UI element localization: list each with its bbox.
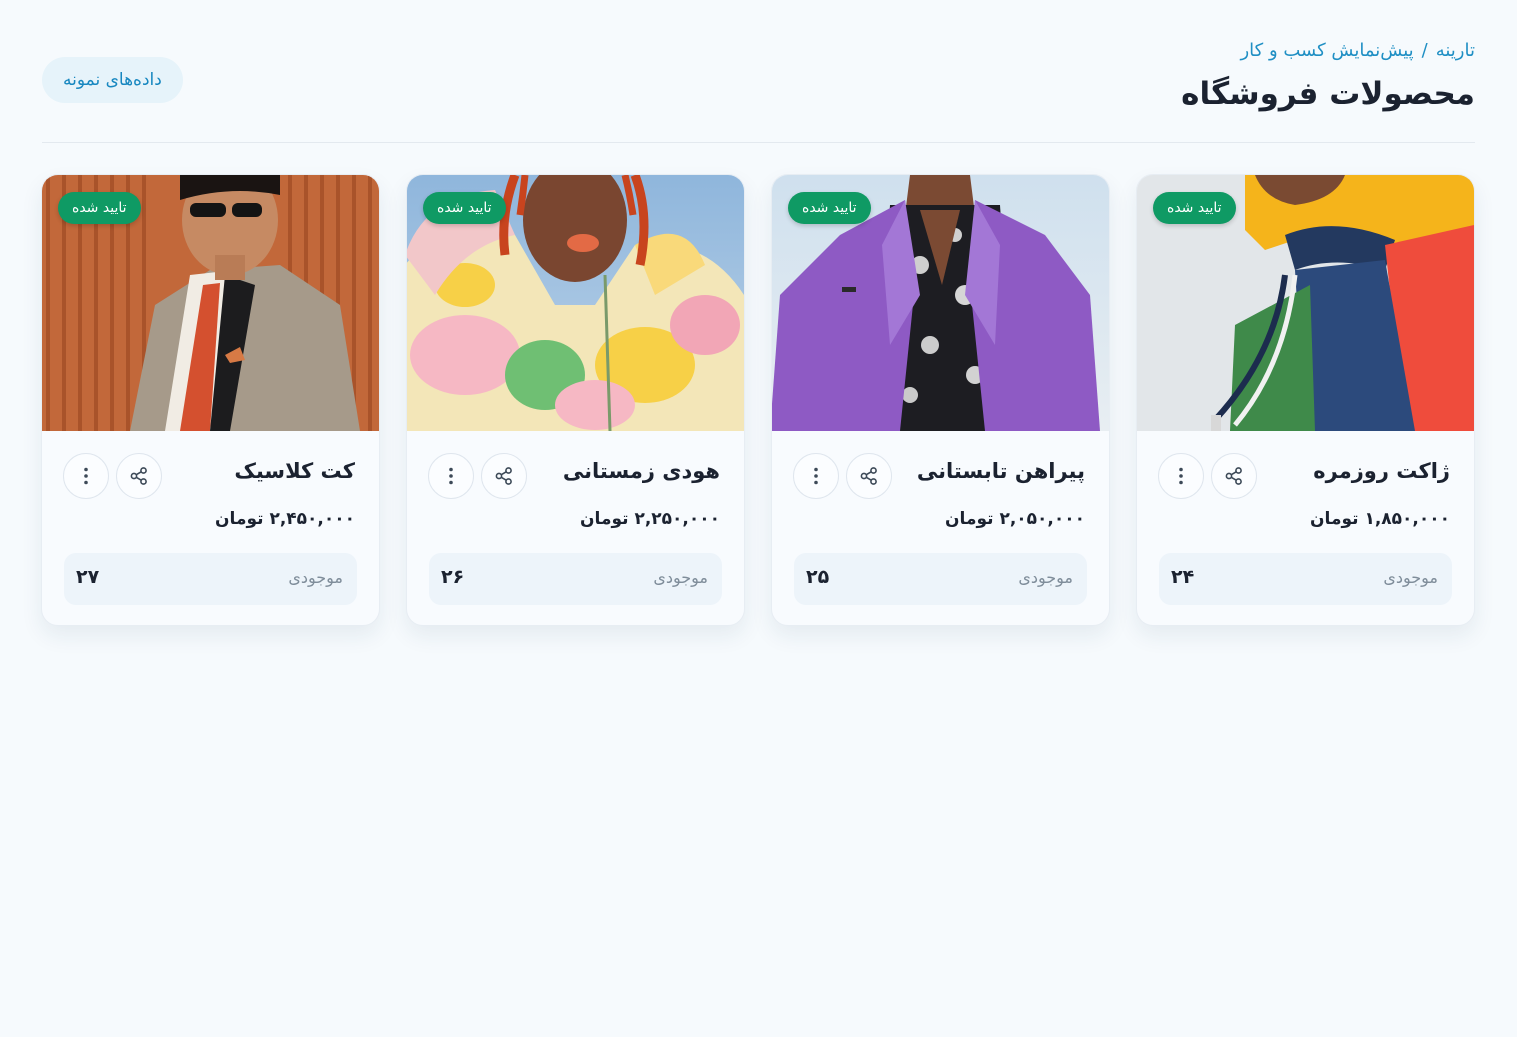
product-card[interactable]: تایید شده کت کلاسیک ۲,۴۵۰,۰۰۰ تومان موجو… (41, 174, 380, 626)
stock-label: موجودی (653, 568, 708, 587)
card-body: کت کلاسیک ۲,۴۵۰,۰۰۰ تومان موجودی ۲۷ (42, 431, 379, 625)
stock-value: ۲۵ (806, 566, 830, 588)
product-card[interactable]: تایید شده ژاکت روزمره ۱,۸۵۰,۰۰۰ تومان مو… (1136, 174, 1475, 626)
status-badge: تایید شده (423, 192, 506, 224)
more-options-button[interactable] (1158, 453, 1204, 499)
share-button[interactable] (846, 453, 892, 499)
product-name: پیراهن تابستانی (916, 459, 1085, 483)
status-badge: تایید شده (788, 192, 871, 224)
share-icon (495, 467, 512, 485)
share-button[interactable] (116, 453, 162, 499)
stock-value: ۲۴ (1171, 566, 1195, 588)
product-image[interactable]: تایید شده (1137, 175, 1474, 431)
stock-row: موجودی ۲۵ (794, 553, 1087, 605)
product-name: کت کلاسیک (234, 459, 355, 483)
card-body: پیراهن تابستانی ۲,۰۵۰,۰۰۰ تومان موجودی ۲… (772, 431, 1109, 625)
product-price: ۲,۲۵۰,۰۰۰ تومان (580, 509, 720, 529)
more-vertical-icon (84, 467, 88, 485)
more-vertical-icon (1179, 467, 1183, 485)
page-header: تارینه / پیش‌نمایش کسب و کار محصولات فرو… (42, 0, 1475, 143)
more-options-button[interactable] (428, 453, 474, 499)
share-icon (860, 467, 877, 485)
product-name: ژاکت روزمره (1313, 459, 1450, 483)
product-card[interactable]: تایید شده هودی زمستانی ۲,۲۵۰,۰۰۰ تومان م… (406, 174, 745, 626)
product-name: هودی زمستانی (562, 459, 720, 483)
card-body: ژاکت روزمره ۱,۸۵۰,۰۰۰ تومان موجودی ۲۴ (1137, 431, 1474, 625)
product-price: ۱,۸۵۰,۰۰۰ تومان (1310, 509, 1450, 529)
sample-data-button[interactable]: داده‌های نمونه (42, 57, 183, 103)
stock-value: ۲۷ (76, 566, 100, 588)
product-image[interactable]: تایید شده (42, 175, 379, 431)
breadcrumb-separator: / (1421, 40, 1428, 61)
product-image[interactable]: تایید شده (407, 175, 744, 431)
stock-label: موجودی (1018, 568, 1073, 587)
product-price: ۲,۴۵۰,۰۰۰ تومان (215, 509, 355, 529)
status-badge: تایید شده (58, 192, 141, 224)
share-icon (1225, 467, 1242, 485)
breadcrumb-current-link[interactable]: پیش‌نمایش کسب و کار (1240, 40, 1413, 61)
product-card[interactable]: تایید شده پیراهن تابستانی ۲,۰۵۰,۰۰۰ توما… (771, 174, 1110, 626)
more-vertical-icon (449, 467, 453, 485)
stock-row: موجودی ۲۷ (64, 553, 357, 605)
page: تارینه / پیش‌نمایش کسب و کار محصولات فرو… (0, 0, 1517, 1037)
share-button[interactable] (481, 453, 527, 499)
breadcrumb: تارینه / پیش‌نمایش کسب و کار (1240, 40, 1475, 61)
stock-row: موجودی ۲۴ (1159, 553, 1452, 605)
share-icon (130, 467, 147, 485)
page-title: محصولات فروشگاه (1181, 76, 1475, 112)
stock-value: ۲۶ (441, 566, 465, 588)
card-body: هودی زمستانی ۲,۲۵۰,۰۰۰ تومان موجودی ۲۶ (407, 431, 744, 625)
product-grid: تایید شده ژاکت روزمره ۱,۸۵۰,۰۰۰ تومان مو… (41, 174, 1475, 626)
stock-row: موجودی ۲۶ (429, 553, 722, 605)
more-options-button[interactable] (63, 453, 109, 499)
breadcrumb-root-link[interactable]: تارینه (1436, 40, 1475, 61)
share-button[interactable] (1211, 453, 1257, 499)
product-price: ۲,۰۵۰,۰۰۰ تومان (945, 509, 1085, 529)
more-options-button[interactable] (793, 453, 839, 499)
stock-label: موجودی (1383, 568, 1438, 587)
product-image[interactable]: تایید شده (772, 175, 1109, 431)
status-badge: تایید شده (1153, 192, 1236, 224)
stock-label: موجودی (288, 568, 343, 587)
more-vertical-icon (814, 467, 818, 485)
